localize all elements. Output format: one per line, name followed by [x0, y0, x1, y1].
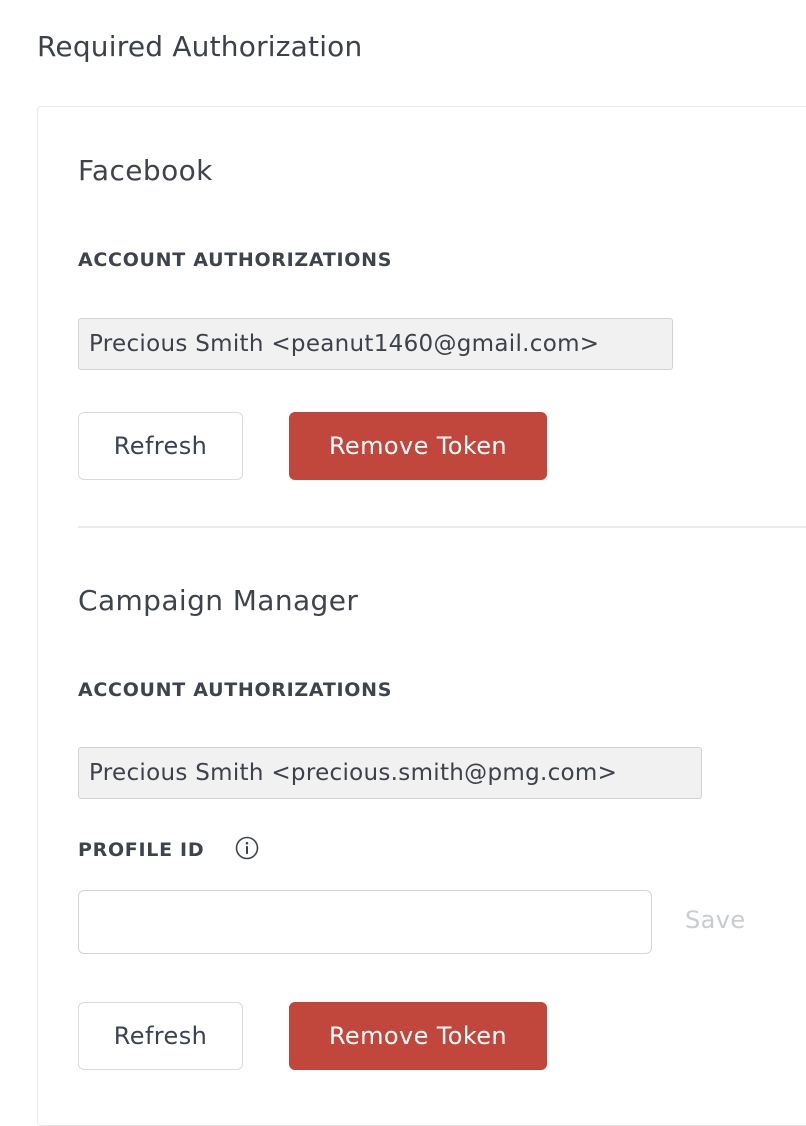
info-icon[interactable] — [235, 836, 259, 860]
save-button[interactable]: Save — [685, 906, 746, 934]
facebook-section-title: Facebook — [78, 154, 213, 187]
campaign-manager-refresh-button[interactable]: Refresh — [78, 1002, 243, 1070]
campaign-manager-remove-token-button[interactable]: Remove Token — [289, 1002, 547, 1070]
profile-id-label: PROFILE ID — [78, 839, 205, 861]
campaign-manager-account-value: Precious Smith <precious.smith@pmg.com> — [78, 747, 702, 799]
facebook-account-authorizations-label: ACCOUNT AUTHORIZATIONS — [78, 249, 393, 271]
facebook-remove-token-button[interactable]: Remove Token — [289, 412, 547, 480]
facebook-refresh-button[interactable]: Refresh — [78, 412, 243, 480]
section-divider — [78, 526, 806, 528]
profile-id-input[interactable] — [78, 890, 652, 954]
campaign-manager-section-title: Campaign Manager — [78, 584, 359, 617]
page-title: Required Authorization — [37, 30, 363, 63]
campaign-manager-account-authorizations-label: ACCOUNT AUTHORIZATIONS — [78, 679, 393, 701]
facebook-account-value: Precious Smith <peanut1460@gmail.com> — [78, 318, 673, 370]
